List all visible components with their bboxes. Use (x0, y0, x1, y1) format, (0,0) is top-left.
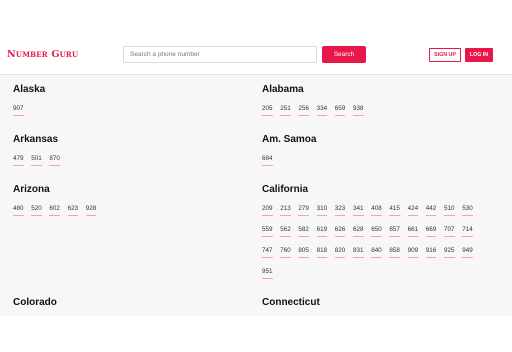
phone-search-input[interactable] (123, 46, 317, 63)
area-code-link[interactable]: 925 (444, 247, 455, 258)
area-code-link[interactable]: 623 (67, 205, 79, 216)
state-section-california: California 209 213 279 310 323 341 408 415 424 44… (262, 184, 473, 289)
area-code-link[interactable]: 562 (280, 226, 291, 237)
area-code-link[interactable]: 408 (371, 205, 382, 216)
area-code-link[interactable]: 602 (49, 205, 60, 216)
area-code-link[interactable]: 251 (280, 105, 291, 116)
area-code-link[interactable]: 747 (262, 247, 273, 258)
area-code-link[interactable]: 669 (425, 226, 437, 237)
state-name: Alabama (262, 84, 304, 95)
area-code-link[interactable]: 805 (298, 247, 309, 258)
state-name: Arizona (13, 184, 50, 195)
area-code-link[interactable]: 209 (262, 205, 273, 216)
area-code-link[interactable]: 442 (425, 205, 437, 216)
top-blank-area (0, 0, 512, 36)
state-section-arizona: Arizona 480 520 602 623 928 (13, 184, 97, 226)
area-code-link[interactable]: 256 (298, 105, 309, 116)
area-code-link[interactable]: 858 (389, 247, 400, 258)
area-code-link[interactable]: 323 (334, 205, 346, 216)
area-code-link[interactable]: 213 (280, 205, 291, 216)
area-code-link[interactable]: 279 (298, 205, 309, 216)
state-area-code-list: Alaska 907 Alabama 205 251 256 334 659 938 Ar… (0, 75, 512, 316)
area-code-list: 480 520 602 623 928 (13, 195, 97, 226)
state-section-arkansas: Arkansas 479 501 870 (13, 134, 60, 176)
state-section-alaska: Alaska 907 (13, 84, 45, 126)
area-code-link[interactable]: 650 (371, 226, 382, 237)
area-code-link[interactable]: 205 (262, 105, 273, 116)
login-button[interactable]: LOG IN (465, 48, 493, 62)
area-code-link[interactable]: 820 (334, 247, 346, 258)
area-code-link[interactable]: 341 (353, 205, 364, 216)
area-code-link[interactable]: 582 (298, 226, 309, 237)
state-section-am-samoa: Am. Samoa 684 (262, 134, 316, 176)
area-code-link[interactable]: 619 (316, 226, 328, 237)
area-code-link[interactable]: 916 (425, 247, 437, 258)
area-code-link[interactable]: 938 (353, 105, 364, 116)
area-code-link[interactable]: 951 (262, 268, 273, 279)
area-code-link[interactable]: 657 (389, 226, 400, 237)
area-code-link[interactable]: 479 (13, 155, 24, 166)
site-header: Number Guru Search SIGN UP LOG IN (0, 36, 512, 75)
area-code-list: 209 213 279 310 323 341 408 415 424 442 510 530 559 5… (262, 195, 473, 289)
area-code-link[interactable]: 626 (334, 226, 346, 237)
area-code-link[interactable]: 714 (462, 226, 473, 237)
state-section-connecticut: Connecticut (262, 297, 320, 308)
area-code-link[interactable]: 530 (462, 205, 473, 216)
area-code-link[interactable]: 928 (85, 205, 97, 216)
area-code-link[interactable]: 334 (316, 105, 328, 116)
area-code-link[interactable]: 520 (31, 205, 42, 216)
state-name: Connecticut (262, 297, 320, 308)
area-code-link[interactable]: 949 (462, 247, 473, 258)
area-code-list: 205 251 256 334 659 938 (262, 95, 364, 126)
state-name: Arkansas (13, 134, 59, 145)
area-code-link[interactable]: 818 (316, 247, 328, 258)
area-code-link[interactable]: 424 (407, 205, 419, 216)
area-code-link[interactable]: 684 (262, 155, 273, 166)
area-code-link[interactable]: 907 (13, 105, 24, 116)
area-code-link[interactable]: 840 (371, 247, 382, 258)
area-code-link[interactable]: 870 (49, 155, 60, 166)
area-code-link[interactable]: 661 (407, 226, 419, 237)
area-code-list: 907 (13, 95, 45, 126)
search-button[interactable]: Search (322, 46, 366, 63)
area-code-link[interactable]: 480 (13, 205, 24, 216)
site-logo[interactable]: Number Guru (7, 49, 78, 60)
area-code-link[interactable]: 831 (353, 247, 364, 258)
bottom-blank-area (0, 316, 512, 352)
state-name: Am. Samoa (262, 134, 317, 145)
area-code-link[interactable]: 510 (444, 205, 455, 216)
area-code-link[interactable]: 707 (444, 226, 455, 237)
area-code-link[interactable]: 501 (31, 155, 42, 166)
area-code-link[interactable]: 310 (316, 205, 328, 216)
area-code-link[interactable]: 415 (389, 205, 400, 216)
state-name: Colorado (13, 297, 57, 308)
state-section-alabama: Alabama 205 251 256 334 659 938 (262, 84, 364, 126)
signup-button[interactable]: SIGN UP (429, 48, 461, 62)
state-name: California (262, 184, 309, 195)
state-section-colorado: Colorado (13, 297, 57, 308)
area-code-link[interactable]: 659 (334, 105, 346, 116)
area-code-link[interactable]: 628 (353, 226, 364, 237)
state-name: Alaska (13, 84, 46, 95)
area-code-link[interactable]: 909 (407, 247, 419, 258)
area-code-link[interactable]: 760 (280, 247, 291, 258)
area-code-list: 479 501 870 (13, 145, 60, 176)
area-code-link[interactable]: 559 (262, 226, 273, 237)
area-code-list: 684 (262, 145, 316, 176)
